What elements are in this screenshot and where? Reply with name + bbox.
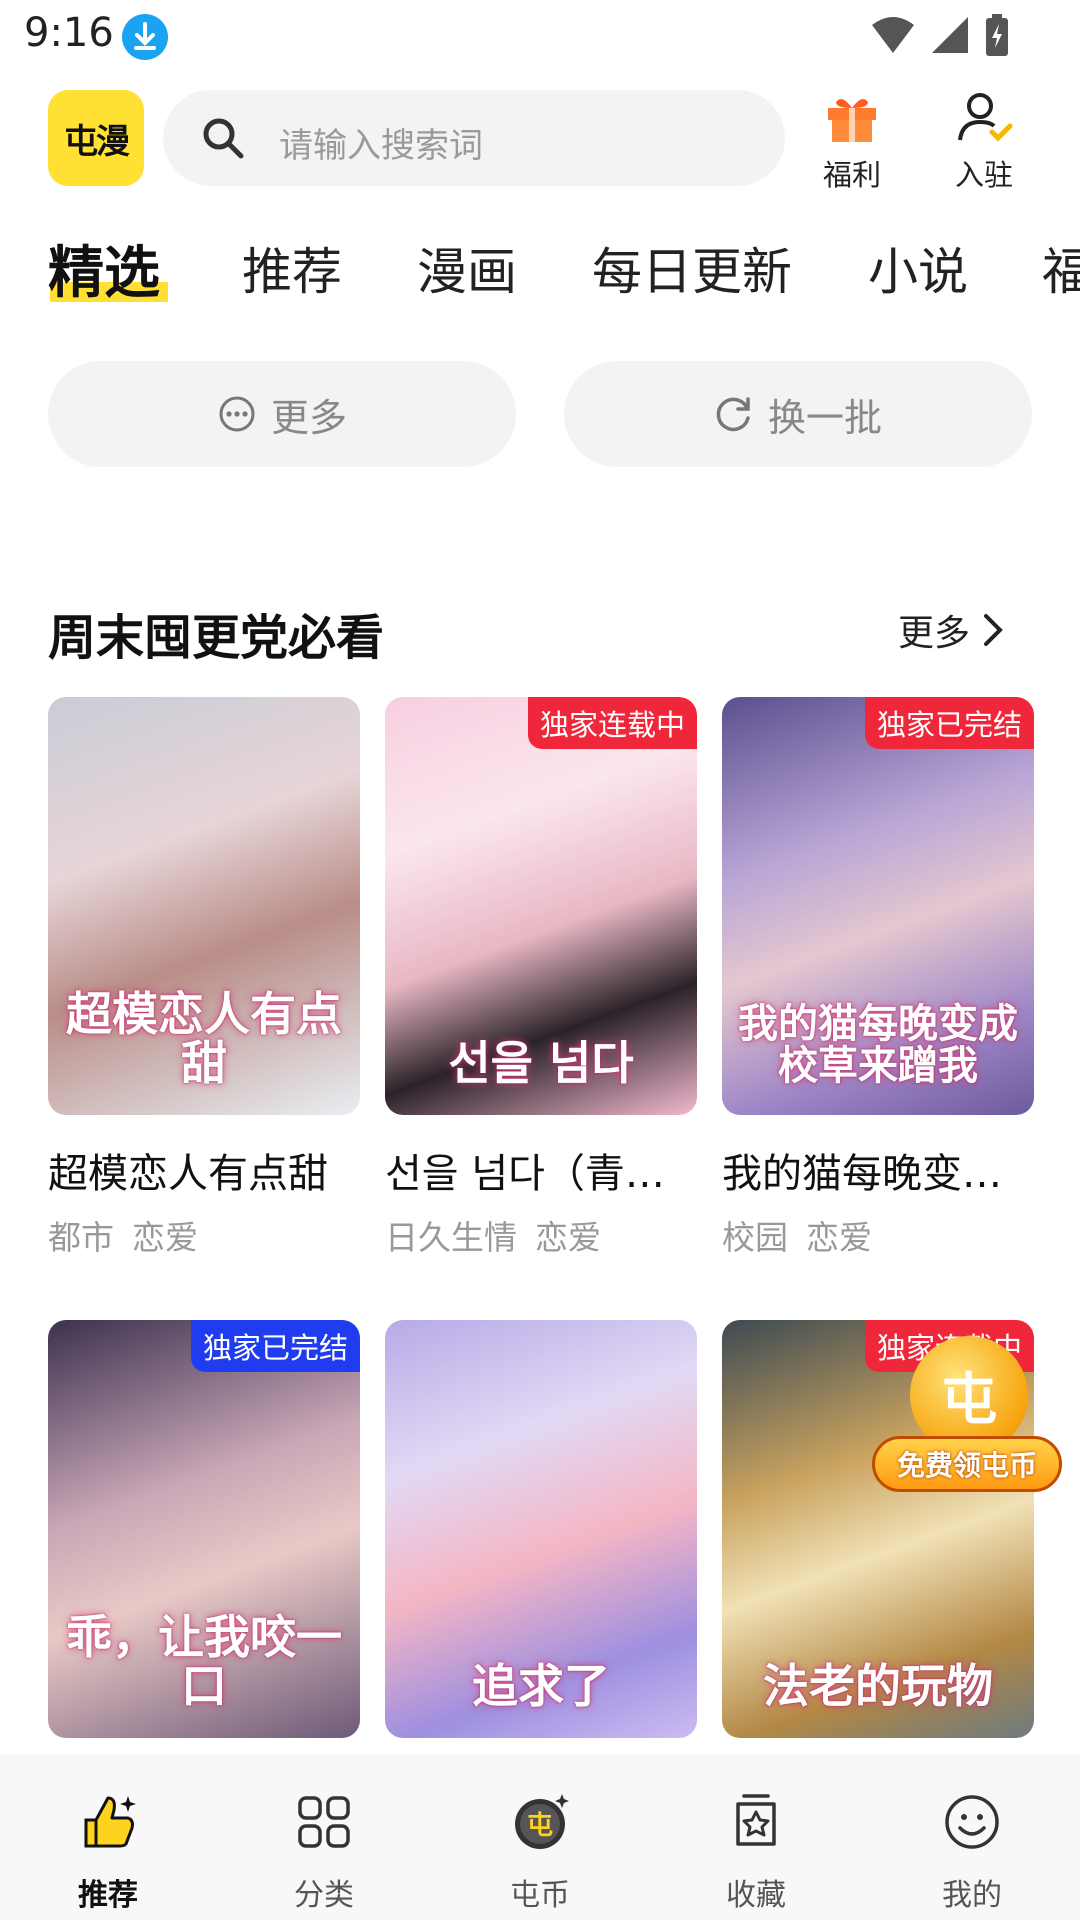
nav-label: 收藏 bbox=[726, 1878, 786, 1913]
comic-tags: 日久生情 恋爱 bbox=[385, 1218, 601, 1257]
download-icon bbox=[122, 14, 168, 60]
comic-card[interactable]: 我的猫每晚变成校草来蹭我 独家已完结 我的猫每晚变… 校园 恋爱 bbox=[722, 697, 1034, 1259]
refresh-label: 换一批 bbox=[767, 395, 882, 440]
grid-icon bbox=[298, 1796, 350, 1848]
nav-label: 屯币 bbox=[510, 1878, 570, 1913]
nav-mine[interactable]: 我的 bbox=[864, 1754, 1080, 1920]
logo-text: 屯漫 bbox=[64, 121, 130, 162]
join-label: 入驻 bbox=[954, 158, 1013, 192]
nav-label: 分类 bbox=[294, 1878, 354, 1913]
nav-coins[interactable]: 屯 屯币 bbox=[432, 1754, 648, 1920]
tab-recommend[interactable]: 推荐 bbox=[242, 232, 342, 304]
comic-title: 超模恋人有点甜 bbox=[48, 1151, 328, 1197]
status-badge: 独家已完结 bbox=[190, 1320, 360, 1372]
comic-card[interactable]: 乖，让我咬一口 独家已完结 bbox=[48, 1320, 360, 1738]
tab-featured[interactable]: 精选 bbox=[48, 228, 160, 309]
section-more-label: 更多 bbox=[897, 613, 970, 654]
app-logo[interactable]: 屯漫 bbox=[48, 90, 144, 186]
cover-title-art: 선을 넘다 bbox=[448, 1035, 634, 1090]
search-placeholder: 请输入搜索词 bbox=[279, 126, 483, 166]
comic-card[interactable]: 追求了 bbox=[385, 1320, 697, 1738]
join-button[interactable]: 入驻 bbox=[929, 90, 1039, 192]
welfare-label: 福利 bbox=[822, 158, 881, 192]
thumbs-up-icon bbox=[84, 1796, 136, 1848]
tab-comics[interactable]: 漫画 bbox=[417, 232, 517, 304]
status-time: 9:16 bbox=[24, 10, 114, 56]
wifi-icon bbox=[872, 17, 914, 53]
comic-card[interactable]: 超模恋人有点甜 超模恋人有点甜 都市 恋爱 bbox=[48, 697, 360, 1259]
comic-title: 我的猫每晚变… bbox=[722, 1151, 1002, 1197]
cover-title-art: 我的猫每晚变成校草来蹭我 bbox=[738, 1000, 1018, 1089]
status-badge: 独家已完结 bbox=[864, 697, 1034, 749]
refresh-button[interactable]: 换一批 bbox=[564, 361, 1032, 467]
battery-icon bbox=[986, 14, 1008, 56]
status-badge: 独家连载中 bbox=[527, 697, 697, 749]
section-more-link[interactable]: 更多 bbox=[898, 604, 1008, 656]
section-title: 周末囤更党必看 bbox=[48, 610, 385, 666]
coin-icon: 屯 bbox=[515, 1794, 569, 1849]
cover-title-art: 追求了 bbox=[472, 1658, 610, 1713]
coin-glyph: 屯 bbox=[941, 1367, 997, 1433]
nav-category[interactable]: 分类 bbox=[216, 1754, 432, 1920]
nav-label: 我的 bbox=[942, 1878, 1002, 1913]
tab-novels[interactable]: 小说 bbox=[868, 232, 968, 304]
user-check-icon bbox=[958, 93, 1013, 142]
comic-tags: 校园 恋爱 bbox=[722, 1218, 872, 1257]
status-icons bbox=[870, 12, 1010, 58]
promo-label: 免费领屯币 bbox=[872, 1436, 1062, 1492]
category-tabs: 精选 推荐 漫画 每日更新 小说 福 bbox=[0, 222, 1080, 312]
refresh-icon bbox=[716, 397, 750, 432]
cover-title-art: 法老的玩物 bbox=[763, 1658, 993, 1713]
comic-card[interactable]: 선을 넘다 独家连载中 선을 넘다（青… 日久生情 恋爱 bbox=[385, 697, 697, 1259]
svg-text:屯: 屯 bbox=[527, 1811, 553, 1841]
bookmark-box-icon bbox=[736, 1794, 776, 1846]
tab-daily-update[interactable]: 每日更新 bbox=[592, 232, 792, 304]
signal-icon bbox=[932, 17, 968, 53]
more-label: 更多 bbox=[270, 395, 347, 440]
comic-title: 선을 넘다（青… bbox=[385, 1151, 665, 1197]
comic-cover[interactable]: 超模恋人有点甜 bbox=[48, 697, 360, 1115]
chevron-right-icon bbox=[984, 614, 1003, 646]
comic-cover[interactable]: 乖，让我咬一口 独家已完结 bbox=[48, 1320, 360, 1738]
comic-tags: 都市 恋爱 bbox=[48, 1218, 198, 1257]
comic-cover[interactable]: 追求了 bbox=[385, 1320, 697, 1738]
cover-title-art: 乖，让我咬一口 bbox=[66, 1610, 342, 1713]
nav-label: 推荐 bbox=[78, 1878, 138, 1913]
more-button[interactable]: 更多 bbox=[48, 361, 516, 467]
tab-welfare[interactable]: 福 bbox=[1042, 232, 1080, 304]
comic-cover[interactable]: 我的猫每晚变成校草来蹭我 独家已完结 bbox=[722, 697, 1034, 1115]
nav-recommend[interactable]: 推荐 bbox=[0, 1754, 216, 1920]
smile-icon bbox=[945, 1795, 999, 1849]
gift-icon bbox=[828, 99, 876, 142]
search-icon bbox=[203, 118, 244, 159]
free-coin-promo[interactable]: 屯 免费领屯币 bbox=[872, 1336, 1062, 1506]
comic-cover[interactable]: 선을 넘다 独家连载中 bbox=[385, 697, 697, 1115]
welfare-button[interactable]: 福利 bbox=[797, 90, 907, 192]
header: 屯漫 请输入搜索词 福利 入驻 bbox=[0, 88, 1080, 192]
more-dots-icon bbox=[219, 396, 255, 432]
nav-favorites[interactable]: 收藏 bbox=[648, 1754, 864, 1920]
search-input[interactable]: 请输入搜索词 bbox=[163, 90, 785, 186]
bottom-nav: 推荐 分类 屯 屯币 收藏 我的 bbox=[0, 1754, 1080, 1920]
cover-title-art: 超模恋人有点甜 bbox=[66, 987, 342, 1090]
status-bar: 9:16 bbox=[0, 0, 1080, 72]
